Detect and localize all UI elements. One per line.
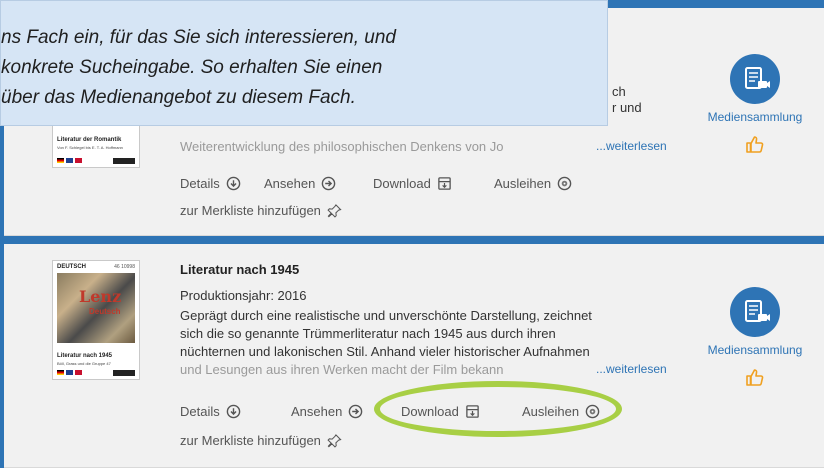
result-2-title[interactable]: Literatur nach 1945 xyxy=(180,262,299,277)
result-divider xyxy=(4,236,824,244)
result-2-media-collection[interactable]: Mediensammlung xyxy=(700,287,810,387)
callout-line: über das Medienangebot zu diesem Fach. xyxy=(1,87,356,108)
download-file-icon xyxy=(437,176,452,191)
result-1-download-button[interactable]: Download xyxy=(373,176,452,191)
download-label: Download xyxy=(373,176,431,191)
details-label: Details xyxy=(180,404,220,419)
result-2-cover-code: 46 10998 xyxy=(114,264,135,270)
watchlist-label: zur Merkliste hinzufügen xyxy=(180,203,321,218)
description-line: Geprägt durch eine realistische und unve… xyxy=(180,308,592,323)
thumbs-up-icon[interactable] xyxy=(745,134,765,154)
result-2-add-to-watchlist[interactable]: zur Merkliste hinzufügen xyxy=(180,433,342,448)
result-1-partial-text-a: ch xyxy=(612,84,626,99)
search-results-page: Literatur der Romantik Von F. Schlegel b… xyxy=(0,0,824,468)
result-1-add-to-watchlist[interactable]: zur Merkliste hinzufügen xyxy=(180,203,342,218)
cover-art-tag: Deutsch xyxy=(89,307,121,316)
result-1-cover-title: Literatur der Romantik xyxy=(57,137,122,143)
description-line: sich die so genannte Trümmerliteratur na… xyxy=(180,326,556,341)
result-2-watch-button[interactable]: Ansehen xyxy=(291,404,363,419)
result-2-details-button[interactable]: Details xyxy=(180,404,241,419)
result-1-cover-subtitle: Von F. Schlegel bis E. T. A. Hoffmann xyxy=(57,145,123,150)
publisher-logo xyxy=(113,158,135,164)
arrow-right-circle-icon xyxy=(321,176,336,191)
language-flags xyxy=(57,158,82,163)
watch-label: Ansehen xyxy=(291,404,343,419)
cover-artwork: Lenz Deutsch xyxy=(57,273,135,343)
result-2-cover-title: Literatur nach 1945 xyxy=(57,353,113,359)
callout-line: ns Fach ein, für das Sie sich interessie… xyxy=(1,27,396,48)
watch-label: Ansehen xyxy=(264,176,316,191)
result-1-details-button[interactable]: Details xyxy=(180,176,241,191)
result-2-cover-subtitle: Böll, Grass und die Gruppe 47 xyxy=(57,361,111,366)
callout-text: ns Fach ein, für das Sie sich interessie… xyxy=(1,23,396,113)
callout-line: konkrete Sucheingabe. So erhalten Sie ei… xyxy=(1,57,383,78)
result-2-cover-series: DEUTSCH xyxy=(57,264,87,270)
description-line: nüchternen und lakonischen Stil. Anhand … xyxy=(180,344,590,359)
watchlist-label: zur Merkliste hinzufügen xyxy=(180,433,321,448)
result-2-read-more-link[interactable]: ...weiterlesen xyxy=(596,362,667,376)
thumbs-up-icon[interactable] xyxy=(745,367,765,387)
cover-art-name: Lenz xyxy=(79,287,122,306)
borrow-label: Ausleihen xyxy=(494,176,552,191)
result-1-watch-button[interactable]: Ansehen xyxy=(264,176,336,191)
result-1-partial-text-b: r und xyxy=(612,100,642,115)
media-collection-icon xyxy=(730,54,780,104)
result-1-read-more-link[interactable]: ...weiterlesen xyxy=(596,139,667,153)
result-1-borrow-button[interactable]: Ausleihen xyxy=(494,176,572,191)
media-collection-icon xyxy=(730,287,780,337)
language-flags xyxy=(57,370,82,375)
arrow-right-circle-icon xyxy=(348,404,363,419)
result-2-production-year: Produktionsjahr: 2016 xyxy=(180,288,307,303)
result-1-media-collection[interactable]: Mediensammlung xyxy=(700,54,810,154)
pin-icon xyxy=(327,433,342,448)
arrow-down-circle-icon xyxy=(226,404,241,419)
result-2-cover-image[interactable]: DEUTSCH 46 10998 Lenz Deutsch Literatur … xyxy=(52,260,140,380)
arrow-down-circle-icon xyxy=(226,176,241,191)
media-collection-label: Mediensammlung xyxy=(707,343,803,357)
publisher-logo xyxy=(113,370,135,376)
details-label: Details xyxy=(180,176,220,191)
download-borrow-highlight-ellipse xyxy=(374,381,622,437)
pin-icon xyxy=(327,203,342,218)
media-collection-label: Mediensammlung xyxy=(707,110,803,124)
instruction-callout: ns Fach ein, für das Sie sich interessie… xyxy=(0,0,608,126)
disc-icon xyxy=(557,176,572,191)
